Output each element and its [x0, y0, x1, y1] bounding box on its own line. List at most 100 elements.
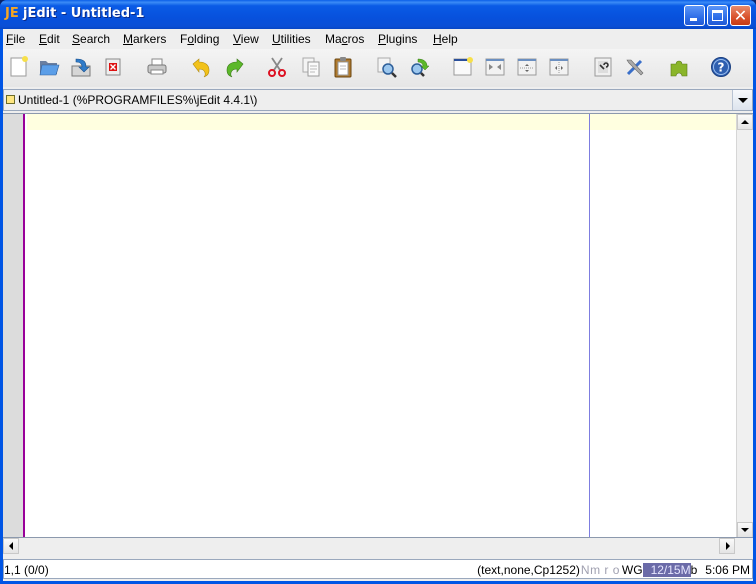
menu-label-rest: earch — [80, 32, 111, 46]
menu-utilities[interactable]: Utilities — [272, 32, 311, 46]
menu-file[interactable]: File — [6, 32, 25, 46]
close-icon: ✕ — [733, 6, 748, 25]
menu-bar: File Edit Search Markers Folding View Ut… — [3, 29, 753, 49]
close-button[interactable]: ✕ — [730, 5, 751, 26]
buffer-status-icon — [6, 95, 15, 104]
menu-label-rest: lding — [194, 32, 220, 46]
jedit-window: JE jEdit - Untitled-1 ✕ File Edit Search… — [0, 0, 756, 584]
menu-macros[interactable]: Macros — [325, 32, 364, 46]
menu-plugins[interactable]: Plugins — [378, 32, 417, 46]
caret-position: 1,1 (0/0) — [4, 563, 49, 577]
status-right-group: (text,none,Cp1252) Nm r o WG 12/15M b 5:… — [477, 563, 750, 577]
save-icon — [71, 58, 91, 77]
menu-mnemonic: P — [378, 32, 387, 46]
wrap-guide — [589, 114, 590, 554]
menu-markers[interactable]: Markers — [123, 32, 166, 46]
menu-search[interactable]: Search — [72, 32, 110, 46]
copy-icon — [302, 57, 320, 77]
menu-mnemonic: H — [433, 32, 442, 46]
close-buffer-button[interactable] — [101, 55, 125, 79]
jedit-logo-icon: JE — [5, 6, 19, 21]
chevron-down-icon[interactable] — [732, 90, 752, 110]
menu-view[interactable]: View — [233, 32, 259, 46]
buffer-switcher-dropdown[interactable]: Untitled-1 (%PROGRAMFILES%\jEdit 4.4.1\) — [3, 89, 753, 111]
menu-label-rest: ros — [347, 32, 365, 46]
redo-button[interactable] — [223, 55, 247, 79]
menu-mnemonic: E — [39, 32, 48, 46]
horizontal-scrollbar[interactable] — [3, 537, 753, 554]
puzzle-piece-icon — [670, 60, 688, 77]
new-view-icon — [453, 57, 473, 76]
status-bar: 1,1 (0/0) (text,none,Cp1252) Nm r o WG 1… — [3, 559, 753, 579]
open-button[interactable] — [37, 55, 61, 79]
window-title: jEdit - Untitled-1 — [23, 6, 145, 21]
maximize-button[interactable] — [707, 5, 728, 26]
menu-mnemonic: U — [272, 32, 281, 46]
menu-mnemonic: V — [233, 32, 241, 46]
close-buffer-icon — [105, 58, 121, 76]
copy-button[interactable] — [299, 55, 323, 79]
split-horizontal-button[interactable] — [515, 55, 539, 79]
scissors-icon — [268, 57, 286, 77]
print-button[interactable] — [145, 55, 169, 79]
minimize-icon — [690, 18, 697, 21]
find-button[interactable] — [375, 55, 399, 79]
maximize-icon — [712, 10, 723, 21]
new-file-button[interactable] — [7, 55, 31, 79]
open-folder-icon — [39, 61, 60, 76]
status-flags-active[interactable]: WG — [622, 563, 643, 577]
menu-label-rest: dit — [47, 32, 60, 46]
undo-icon — [192, 58, 210, 78]
minimize-button[interactable] — [684, 5, 705, 26]
cut-button[interactable] — [265, 55, 289, 79]
printer-icon — [147, 58, 167, 75]
buffer-options-icon — [594, 57, 612, 77]
split-vertical-button[interactable] — [547, 55, 571, 79]
split-vertical-icon — [549, 58, 569, 76]
help-button[interactable]: ? — [709, 55, 733, 79]
unsplit-button[interactable] — [483, 55, 507, 79]
plugin-manager-button[interactable] — [667, 55, 691, 79]
memory-status[interactable]: 12/15M — [642, 563, 691, 577]
client-area: File Edit Search Markers Folding View Ut… — [3, 29, 753, 581]
scroll-down-arrow-icon[interactable] — [737, 522, 753, 538]
toolbar: ? — [3, 49, 753, 87]
menu-edit[interactable]: Edit — [39, 32, 60, 46]
find-next-button[interactable] — [407, 55, 431, 79]
tools-icon — [626, 59, 644, 76]
menu-mnemonic: M — [123, 32, 133, 46]
svg-text:?: ? — [718, 61, 725, 75]
memory-status-unit: b — [690, 563, 698, 577]
vertical-scrollbar[interactable] — [736, 114, 753, 538]
save-button[interactable] — [69, 55, 93, 79]
gutter[interactable] — [3, 114, 25, 554]
menu-help[interactable]: Help — [433, 32, 458, 46]
global-options-button[interactable] — [623, 55, 647, 79]
new-view-button[interactable] — [451, 55, 475, 79]
title-bar[interactable]: JE jEdit - Untitled-1 ✕ — [0, 0, 756, 29]
undo-button[interactable] — [189, 55, 213, 79]
find-icon — [377, 57, 397, 78]
current-line-highlight — [27, 114, 736, 130]
text-area[interactable] — [3, 113, 753, 554]
status-flags-inactive[interactable]: Nm r o — [581, 563, 620, 577]
clipboard-icon — [334, 57, 352, 78]
buffer-options-button[interactable] — [591, 55, 615, 79]
buffer-mode[interactable]: (text,none,Cp1252) — [477, 563, 580, 577]
buffer-switcher-selected: Untitled-1 (%PROGRAMFILES%\jEdit 4.4.1\) — [18, 93, 258, 107]
menu-folding[interactable]: Folding — [180, 32, 219, 46]
menu-label-rest: tilities — [280, 32, 311, 46]
redo-icon — [226, 58, 244, 78]
clock: 5:06 PM — [705, 563, 750, 577]
scroll-up-arrow-icon[interactable] — [737, 114, 753, 130]
paste-button[interactable] — [331, 55, 355, 79]
new-file-icon — [10, 56, 28, 77]
unsplit-icon — [485, 58, 505, 76]
menu-label-rest: ile — [13, 32, 26, 46]
menu-mnemonic: S — [72, 32, 81, 46]
menu-label-rest: elp — [441, 32, 458, 46]
scroll-right-arrow-icon[interactable] — [719, 538, 735, 554]
scroll-left-arrow-icon[interactable] — [3, 538, 19, 554]
menu-label-rest: iew — [240, 32, 259, 46]
split-horizontal-icon — [517, 58, 537, 76]
